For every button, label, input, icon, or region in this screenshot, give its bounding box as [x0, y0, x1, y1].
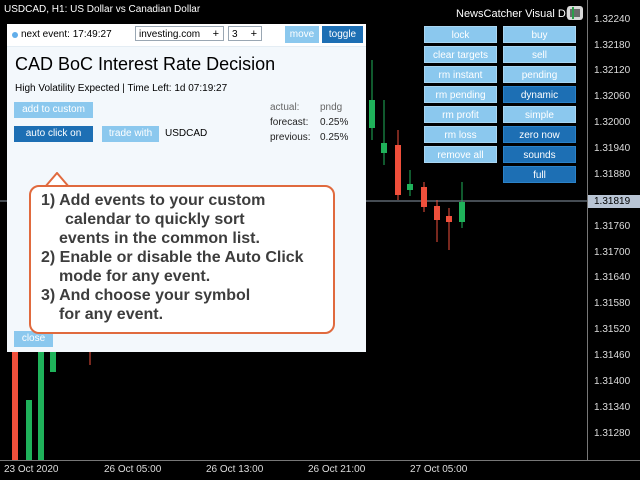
- callout-line: 1) Add events to your custom: [41, 192, 266, 209]
- move-button[interactable]: move: [285, 26, 319, 43]
- previous-value: 0.25%: [320, 132, 349, 143]
- rm-pending-button[interactable]: rm pending: [424, 86, 497, 103]
- event-title: CAD BoC Interest Rate Decision: [15, 54, 276, 74]
- candle: [38, 352, 44, 460]
- callout-line: 3) And choose your symbol: [41, 287, 251, 304]
- price-label: 1.31700: [594, 247, 631, 258]
- forecast-value: 0.25%: [320, 117, 349, 128]
- trade-with-button[interactable]: trade with: [102, 126, 159, 142]
- candle: [50, 352, 56, 372]
- sell-button[interactable]: sell: [503, 46, 576, 63]
- sounds-button[interactable]: sounds: [503, 146, 576, 163]
- price-label: 1.32240: [594, 14, 631, 25]
- price-label: 1.31580: [594, 298, 631, 309]
- candle: [369, 100, 375, 128]
- time-label: 26 Oct 13:00: [206, 464, 264, 475]
- event-count-stepper[interactable]: 3 +: [228, 26, 262, 41]
- price-label: 1.32180: [594, 40, 631, 51]
- toggle-button[interactable]: toggle: [322, 26, 363, 43]
- status-dot-icon: [12, 32, 18, 38]
- panel-header: next event: 17:49:27 investing.com + 3 +…: [7, 24, 366, 47]
- price-label: 1.31880: [594, 169, 631, 180]
- time-label: 26 Oct 05:00: [104, 464, 162, 475]
- tutorial-callout: 1) Add events to your custom calendar to…: [29, 185, 335, 334]
- candle: [381, 143, 387, 153]
- price-label: 1.32060: [594, 91, 631, 102]
- callout-line: events in the common list.: [59, 230, 260, 247]
- callout-line: 2) Enable or disable the Auto Click: [41, 249, 304, 266]
- zero-now-button[interactable]: zero now: [503, 126, 576, 143]
- price-label: 1.31520: [594, 324, 631, 335]
- callout-line: for any event.: [59, 306, 164, 323]
- time-label: 27 Oct 05:00: [410, 464, 468, 475]
- candle: [395, 145, 401, 195]
- time-label: 23 Oct 2020: [4, 464, 59, 475]
- clear-targets-button[interactable]: clear targets: [424, 46, 497, 63]
- price-label: 1.32000: [594, 117, 631, 128]
- time-axis[interactable]: 23 Oct 2020 26 Oct 05:00 26 Oct 13:00 26…: [0, 460, 640, 480]
- event-count-value: 3: [232, 29, 238, 40]
- news-event-panel: next event: 17:49:27 investing.com + 3 +…: [7, 24, 366, 352]
- app-name: NewsCatcher Visual DEV: [456, 8, 581, 20]
- price-label: 1.32120: [594, 65, 631, 76]
- add-to-custom-button[interactable]: add to custom: [14, 102, 93, 118]
- candle: [407, 184, 413, 190]
- source-value: investing.com: [139, 29, 201, 40]
- rm-profit-button[interactable]: rm profit: [424, 106, 497, 123]
- candle: [446, 216, 452, 222]
- actual-value: pndg: [320, 102, 343, 113]
- candle: [459, 202, 465, 222]
- pending-button[interactable]: pending: [503, 66, 576, 83]
- candles-bottom: [12, 352, 91, 460]
- callout-line: mode for any event.: [59, 268, 211, 285]
- newscatcher-logo-icon: [567, 6, 583, 20]
- price-axis[interactable]: 1.32240 1.32180 1.32120 1.32060 1.32000 …: [587, 0, 640, 460]
- price-label: 1.31640: [594, 272, 631, 283]
- forecast-label: forecast:: [270, 117, 309, 128]
- actual-label: actual:: [270, 102, 300, 113]
- auto-click-button[interactable]: auto click on: [14, 126, 93, 142]
- remove-all-button[interactable]: remove all: [424, 146, 497, 163]
- price-label: 1.31940: [594, 143, 631, 154]
- price-label: 1.31340: [594, 402, 631, 413]
- current-price-label: 1.31819: [588, 195, 640, 208]
- lock-button[interactable]: lock: [424, 26, 497, 43]
- buy-button[interactable]: buy: [503, 26, 576, 43]
- source-plus-button[interactable]: +: [213, 27, 219, 42]
- candle: [26, 400, 32, 460]
- full-button[interactable]: full: [503, 166, 576, 183]
- trade-symbol[interactable]: USDCAD: [165, 128, 207, 139]
- volatility-info: High Volatility Expected | Time Left: 1d…: [15, 83, 228, 94]
- dynamic-button[interactable]: dynamic: [503, 86, 576, 103]
- candle: [12, 352, 18, 460]
- rm-instant-button[interactable]: rm instant: [424, 66, 497, 83]
- symbol-title: USDCAD, H1: US Dollar vs Canadian Dollar: [4, 4, 201, 15]
- next-event-countdown: next event: 17:49:27: [21, 29, 112, 40]
- time-label: 26 Oct 21:00: [308, 464, 366, 475]
- price-label: 1.31460: [594, 350, 631, 361]
- callout-line: calendar to quickly sort: [65, 211, 245, 228]
- source-selector[interactable]: investing.com +: [135, 26, 224, 41]
- event-count-plus-button[interactable]: +: [251, 27, 257, 42]
- previous-label: previous:: [270, 132, 311, 143]
- price-label: 1.31760: [594, 221, 631, 232]
- simple-button[interactable]: simple: [503, 106, 576, 123]
- candle: [434, 206, 440, 220]
- price-label: 1.31400: [594, 376, 631, 387]
- price-label: 1.31280: [594, 428, 631, 439]
- rm-loss-button[interactable]: rm loss: [424, 126, 497, 143]
- candle: [421, 187, 427, 207]
